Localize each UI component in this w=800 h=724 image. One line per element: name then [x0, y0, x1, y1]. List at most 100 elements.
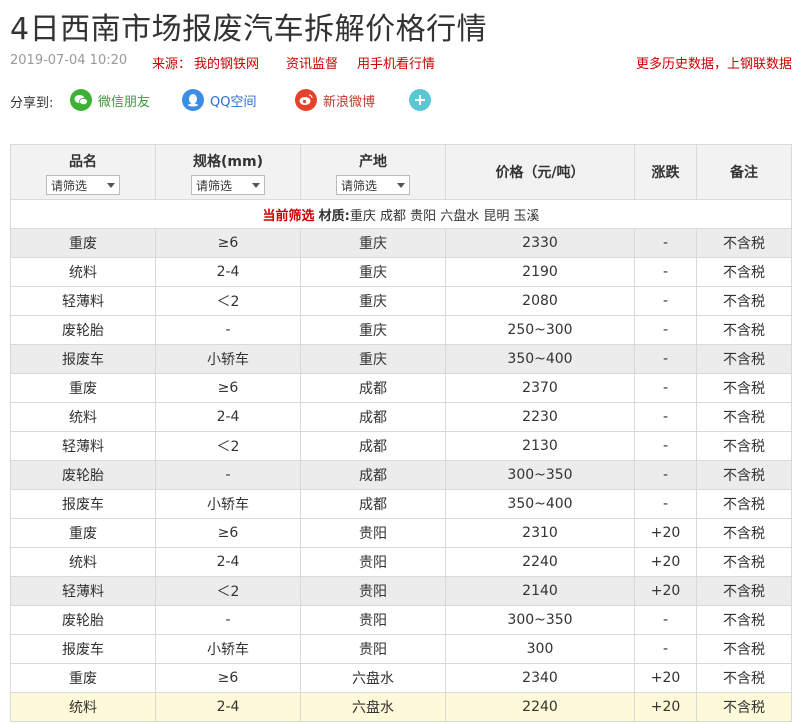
share-qq-button[interactable]: QQ空间: [182, 88, 256, 112]
material-label: 材质:: [318, 208, 350, 224]
share-label: 分享到:: [10, 96, 54, 111]
header-change: 涨跌: [634, 144, 697, 200]
cell-origin: 成都: [300, 460, 446, 490]
cell-spec: 2-4: [155, 257, 301, 287]
cell-note: 不含税: [696, 431, 792, 461]
table-row: 废轮胎 - 成都 300~350- 不含税: [10, 460, 792, 490]
cell-price: 2310: [445, 518, 635, 548]
share-weibo-label: 新浪微博: [323, 94, 376, 110]
table-row: 报废车 小轿车 贵阳 300- 不含税: [10, 634, 792, 664]
cell-spec: 2-4: [155, 692, 301, 722]
cell-price: 2080: [445, 286, 635, 316]
cell-name: 废轮胎: [10, 460, 156, 490]
cell-spec: ≥6: [155, 518, 301, 548]
cell-origin: 贵阳: [300, 547, 446, 577]
cell-change: +20: [634, 663, 697, 693]
cell-change: -: [634, 431, 697, 461]
spec-filter-select[interactable]: 请筛选: [191, 175, 265, 195]
table-row: 废轮胎 - 贵阳 300~350- 不含税: [10, 605, 792, 635]
cell-name: 重废: [10, 373, 156, 403]
cell-change: +20: [634, 576, 697, 606]
cell-price: 2330: [445, 228, 635, 258]
cell-price: 250~300: [445, 315, 635, 345]
cell-spec: ≥6: [155, 373, 301, 403]
share-more-button[interactable]: [409, 88, 437, 112]
share-wechat-button[interactable]: 微信朋友: [70, 88, 150, 112]
cell-change: -: [634, 257, 697, 287]
table-row: 废轮胎 - 重庆 250~300- 不含税: [10, 315, 792, 345]
cell-spec: 小轿车: [155, 634, 301, 664]
cell-price: 350~400: [445, 489, 635, 519]
cell-note: 不含税: [696, 228, 792, 258]
cell-name: 报废车: [10, 489, 156, 519]
cell-price: 300: [445, 634, 635, 664]
table-row: 轻薄料 ＜2 贵阳 2140 +20 不含税: [10, 576, 792, 606]
cell-spec: 小轿车: [155, 344, 301, 374]
cell-name: 统料: [10, 402, 156, 432]
cell-origin: 重庆: [300, 344, 446, 374]
source-link[interactable]: 我的钢铁网: [194, 53, 259, 72]
dropdown-arrow-icon: [252, 182, 260, 188]
history-data-link[interactable]: 更多历史数据，上钢联数据: [636, 53, 792, 72]
cell-price: 350~400: [445, 344, 635, 374]
mobile-link[interactable]: 用手机看行情: [357, 53, 435, 72]
cell-price: 2240: [445, 547, 635, 577]
filter-values: 重庆 成都 贵阳 六盘水 昆明 玉溪: [349, 208, 540, 224]
cell-spec: -: [155, 315, 301, 345]
table-row: 统料 2-4 贵阳 2240 +20 不含税: [10, 547, 792, 577]
cell-change: -: [634, 228, 697, 258]
name-filter-select[interactable]: 请筛选: [46, 175, 120, 195]
table-row: 统料 2-4 六盘水 2240 +20 不含税: [10, 692, 792, 722]
cell-name: 报废车: [10, 344, 156, 374]
cell-note: 不含税: [696, 663, 792, 693]
table-row: 重废 ≥6 重庆 2330- 不含税: [10, 228, 792, 258]
cell-note: 不含税: [696, 460, 792, 490]
cell-origin: 成都: [300, 489, 446, 519]
cell-spec: ≥6: [155, 663, 301, 693]
cell-change: -: [634, 286, 697, 316]
cell-price: 2190: [445, 257, 635, 287]
report-link[interactable]: 资讯监督: [286, 53, 338, 72]
cell-origin: 重庆: [300, 228, 446, 258]
dropdown-arrow-icon: [397, 182, 405, 188]
cell-change: -: [634, 402, 697, 432]
cell-note: 不含税: [696, 315, 792, 345]
table-row: 报废车 小轿车 重庆 350~400- 不含税: [10, 344, 792, 374]
source-label: 来源：: [152, 57, 192, 72]
table-row: 统料 2-4 成都 2230- 不含税: [10, 402, 792, 432]
table-row: 重废 ≥6 贵阳 2310 +20 不含税: [10, 518, 792, 548]
cell-change: +20: [634, 547, 697, 577]
publish-date: 2019-07-04 10:20: [10, 53, 128, 68]
table-row: 重废 ≥6 六盘水 2340 +20 不含税: [10, 663, 792, 693]
cell-spec: 2-4: [155, 402, 301, 432]
cell-origin: 成都: [300, 431, 446, 461]
origin-filter-select[interactable]: 请筛选: [336, 175, 410, 195]
current-filter-label: 当前筛选: [262, 208, 315, 224]
cell-note: 不含税: [696, 576, 792, 606]
cell-note: 不含税: [696, 286, 792, 316]
cell-origin: 贵阳: [300, 518, 446, 548]
cell-name: 重废: [10, 663, 156, 693]
cell-change: -: [634, 634, 697, 664]
cell-name: 统料: [10, 692, 156, 722]
cell-name: 轻薄料: [10, 576, 156, 606]
cell-price: 2130: [445, 431, 635, 461]
cell-origin: 六盘水: [300, 692, 446, 722]
cell-origin: 成都: [300, 373, 446, 403]
share-weibo-button[interactable]: 新浪微博: [295, 88, 375, 112]
cell-price: 2370: [445, 373, 635, 403]
cell-name: 统料: [10, 257, 156, 287]
table-row: 报废车 小轿车 成都 350~400- 不含税: [10, 489, 792, 519]
cell-spec: ＜2: [155, 576, 301, 606]
cell-note: 不含税: [696, 634, 792, 664]
table-row: 统料 2-4 重庆 2190- 不含税: [10, 257, 792, 287]
header-spec: 规格(mm) 请筛选: [155, 144, 301, 200]
cell-spec: 2-4: [155, 547, 301, 577]
cell-note: 不含税: [696, 373, 792, 403]
cell-name: 轻薄料: [10, 286, 156, 316]
cell-spec: -: [155, 605, 301, 635]
cell-price: 2230: [445, 402, 635, 432]
cell-change: -: [634, 373, 697, 403]
cell-change: -: [634, 315, 697, 345]
header-origin: 产地 请筛选: [300, 144, 446, 200]
